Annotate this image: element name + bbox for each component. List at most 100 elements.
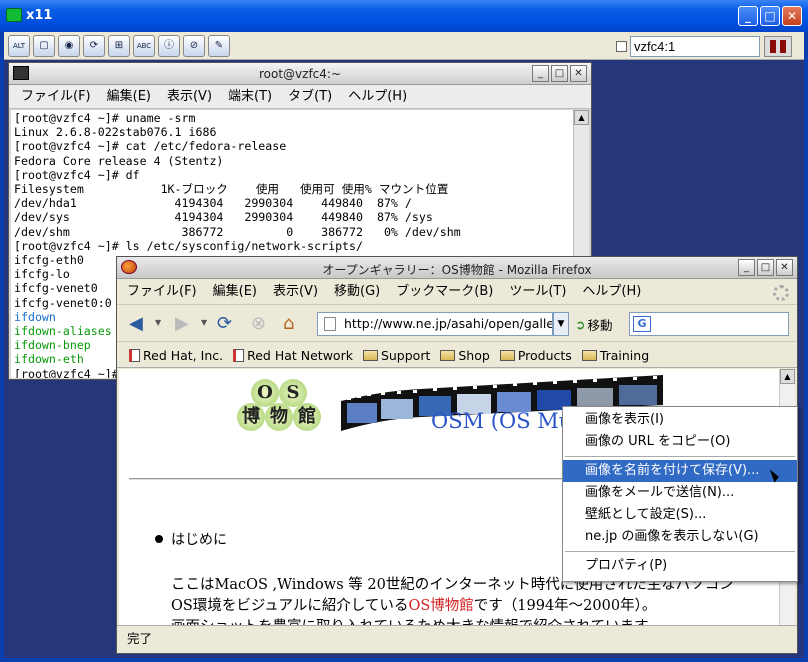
terminal-titlebar[interactable]: root@vzfc4:~ _ □ ✕ — [9, 63, 591, 85]
stop-icon[interactable]: ⊗ — [251, 314, 266, 334]
forward-arrow-icon[interactable]: ▶ — [175, 314, 189, 334]
window-icon[interactable]: ▢ — [33, 35, 55, 57]
disconnect-icon[interactable] — [764, 36, 792, 57]
terminal-line: Filesystem 1K-ブロック 使用 使用可 使用% マウント位置 — [14, 182, 449, 197]
x11-titlebar[interactable]: x11 _ □ ✕ — [0, 0, 808, 32]
url-dropdown-icon[interactable]: ▼ — [553, 312, 569, 336]
intro-heading: はじめに — [171, 532, 227, 548]
scroll-up-icon[interactable]: ▲ — [574, 110, 589, 125]
toolbar-checkbox[interactable] — [616, 41, 627, 52]
firefox-menu-item[interactable]: ファイル(F) — [127, 279, 197, 304]
terminal-line: [root@vzfc4 ~]# uname -srm — [14, 111, 196, 125]
para-text: OS環境をビジュアルに紹介している — [171, 598, 409, 614]
windows-flag-icon[interactable]: ⊞ — [108, 35, 130, 57]
x11-app-icon — [6, 8, 22, 22]
logo-letter: 館 — [293, 403, 321, 431]
firefox-title: オープンギャラリー：OS博物館 - Mozilla Firefox — [322, 263, 592, 277]
terminal-line: /dev/hda1 4194304 2990304 449840 87% / — [14, 196, 412, 211]
scroll-up-icon[interactable]: ▲ — [780, 369, 795, 384]
terminal-minimize-button[interactable]: _ — [532, 65, 549, 82]
terminal-menu-item[interactable]: タブ(T) — [288, 85, 332, 108]
home-icon[interactable]: ⌂ — [283, 314, 294, 334]
context-menu-item[interactable]: 壁紙として設定(S)... — [563, 504, 797, 526]
terminal-menu-item[interactable]: ファイル(F) — [21, 85, 91, 108]
maximize-button[interactable]: □ — [760, 6, 780, 26]
firefox-menu-item[interactable]: ツール(T) — [509, 279, 566, 304]
url-text: http://www.ne.jp/asahi/open/gallery/ — [344, 316, 553, 331]
context-menu-item[interactable]: ne.jp の画像を表示しない(G) — [563, 526, 797, 548]
terminal-menu-item[interactable]: 編集(E) — [107, 85, 151, 108]
terminal-line: [root@vzfc4 ~]# df — [14, 167, 140, 182]
minimize-button[interactable]: _ — [738, 6, 758, 26]
terminal-close-button[interactable]: ✕ — [570, 65, 587, 82]
google-icon[interactable]: G — [633, 316, 651, 332]
abc-icon[interactable]: ABC — [133, 35, 155, 57]
context-menu-item[interactable]: 画像を表示(I) — [563, 409, 797, 431]
bookmark-item[interactable]: Products — [499, 343, 572, 367]
url-input[interactable]: http://www.ne.jp/asahi/open/gallery/ — [317, 312, 553, 336]
context-menu-item[interactable]: プロパティ(P) — [563, 555, 797, 577]
bullet-icon — [155, 535, 163, 543]
close-button[interactable]: ✕ — [782, 6, 802, 26]
terminal-menubar: ファイル(F) 編集(E) 表示(V) 端末(T) タブ(T) ヘルプ(H) — [9, 85, 591, 109]
terminal-menu-item[interactable]: ヘルプ(H) — [348, 85, 407, 108]
clipboard-icon[interactable]: ✎ — [208, 35, 230, 57]
bookmark-item[interactable]: Red Hat Network — [233, 343, 353, 367]
alt-icon[interactable]: ALT — [8, 35, 30, 57]
bookmark-item[interactable]: Shop — [440, 343, 490, 367]
bookmark-label: Red Hat, Inc. — [143, 347, 224, 363]
terminal-menu-item[interactable]: 端末(T) — [228, 85, 272, 108]
os-museum-link[interactable]: OS博物館 — [408, 598, 473, 614]
intro-paragraph: ここはMacOS ,Windows 等 20世紀のインターネット時代に使用された… — [171, 575, 771, 625]
context-menu-item[interactable]: 画像をメールで送信(N)... — [563, 482, 797, 504]
terminal-menu-item[interactable]: 表示(V) — [167, 85, 212, 108]
reload-icon[interactable]: ⟳ — [217, 314, 232, 334]
firefox-close-button[interactable]: ✕ — [776, 259, 793, 276]
context-menu: 画像を表示(I) 画像の URL をコピー(O) 画像を名前を付けて保存(V)...… — [562, 406, 798, 582]
terminal-maximize-button[interactable]: □ — [551, 65, 568, 82]
back-arrow-icon[interactable]: ◀ — [129, 314, 143, 334]
bookmarks-toolbar: Red Hat, Inc. Red Hat Network Support Shop P… — [117, 343, 797, 368]
terminal-line: /dev/sys 4194304 2990304 449840 87% /sys — [14, 210, 433, 225]
terminal-line: /dev/shm 386772 0 386772 0% /dev/shm — [14, 224, 461, 239]
terminal-line: Fedora Core release 4 (Stentz) — [14, 153, 224, 168]
terminal-line: [root@vzfc4 ~]# ls /etc/sysconfig/networ… — [14, 238, 364, 253]
bookmark-item[interactable]: Red Hat, Inc. — [129, 343, 223, 367]
firefox-menu-item[interactable]: ブックマーク(B) — [396, 279, 493, 304]
bookmark-item[interactable]: Training — [581, 343, 649, 367]
info-icon[interactable]: ⓘ — [158, 35, 180, 57]
bookmark-label: Products — [517, 347, 572, 363]
folder-icon — [440, 349, 456, 361]
menu-separator — [565, 551, 795, 552]
firefox-maximize-button[interactable]: □ — [757, 259, 774, 276]
logo-letter: 博 — [237, 403, 265, 431]
firefox-menu-item[interactable]: ヘルプ(H) — [582, 279, 641, 304]
go-icon: ➲ — [575, 317, 586, 332]
refresh-icon[interactable]: ⟳ — [83, 35, 105, 57]
page-icon — [324, 317, 336, 331]
disconnect-icon[interactable]: ⊘ — [183, 35, 205, 57]
forward-dropdown-icon[interactable]: ▼ — [201, 318, 207, 327]
go-button[interactable]: ➲ 移動 — [575, 315, 613, 334]
x11-toolbar: ALT ▢ ◉ ⟳ ⊞ ABC ⓘ ⊘ ✎ — [4, 32, 804, 60]
logo-letter: 物 — [265, 403, 293, 431]
network-icon[interactable]: ◉ — [58, 35, 80, 57]
firefox-menu-item[interactable]: 表示(V) — [273, 279, 318, 304]
display-input[interactable] — [630, 36, 760, 57]
back-dropdown-icon[interactable]: ▼ — [155, 318, 161, 327]
navigation-toolbar: ◀ ▼ ▶ ▼ ⟳ ⊗ ⌂ http://www.ne.jp/asahi/ope… — [117, 306, 797, 342]
bookmark-label: Red Hat Network — [247, 347, 353, 363]
firefox-menu-item[interactable]: 編集(E) — [213, 279, 257, 304]
firefox-titlebar[interactable]: オープンギャラリー：OS博物館 - Mozilla Firefox _ □ ✕ — [117, 257, 797, 279]
context-menu-item[interactable]: 画像を名前を付けて保存(V)... — [563, 460, 797, 482]
firefox-minimize-button[interactable]: _ — [738, 259, 755, 276]
osm-logo[interactable]: O S 博 物 館 — [237, 379, 321, 435]
bookmark-item[interactable]: Support — [362, 343, 430, 367]
list-item: はじめに — [155, 529, 227, 549]
status-bar: 完了 — [117, 625, 797, 653]
context-menu-item[interactable]: 画像の URL をコピー(O) — [563, 431, 797, 453]
search-input[interactable]: G — [629, 312, 789, 336]
terminal-line: [root@vzfc4 ~]# cat /etc/fedora-release — [14, 139, 287, 154]
firefox-menu-item[interactable]: 移動(G) — [334, 279, 380, 304]
folder-icon — [499, 349, 515, 361]
